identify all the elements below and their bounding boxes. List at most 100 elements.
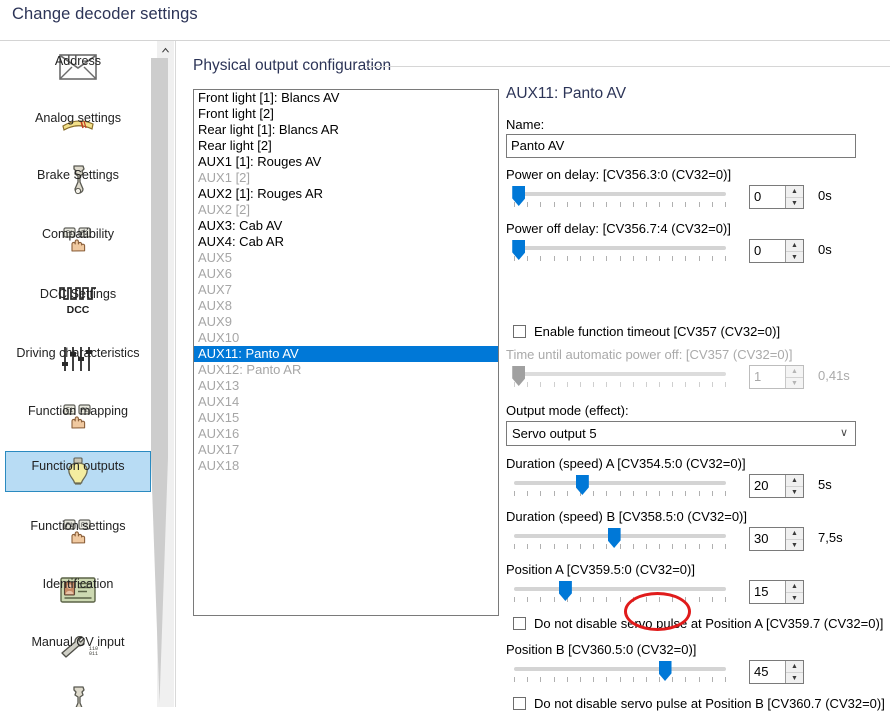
list-item[interactable]: Rear light [2] (194, 138, 498, 154)
chevron-down-icon[interactable]: ∨ (840, 422, 848, 445)
list-item[interactable]: AUX9 (194, 314, 498, 330)
spinner-down-icon[interactable]: ▼ (786, 197, 803, 209)
list-item[interactable]: AUX13 (194, 378, 498, 394)
list-item[interactable]: AUX2 [2] (194, 202, 498, 218)
sidebar-scrollbar[interactable] (157, 41, 174, 707)
sidebar-item-label: Brake Settings (37, 168, 119, 182)
auto-power-off-spinner: 1 ▲ ▼ (749, 365, 804, 389)
duration-b-label: Duration (speed) B [CV358.5:0 (CV32=0)] (506, 509, 747, 524)
position-b-slider[interactable] (514, 661, 726, 687)
list-item[interactable]: AUX8 (194, 298, 498, 314)
power-off-delay-spinner[interactable]: 0 ▲ ▼ (749, 239, 804, 263)
position-a-slider[interactable] (514, 581, 726, 607)
brake-bolt-icon (68, 686, 88, 707)
output-detail-pane: AUX11: Panto AV Name: Panto AV Power on … (506, 85, 886, 710)
list-item[interactable]: AUX10 (194, 330, 498, 346)
name-input[interactable]: Panto AV (506, 134, 856, 158)
sidebar-item-function-settings[interactable]: F1F2Function settings (5, 511, 151, 552)
list-item[interactable]: AUX12: Panto AR (194, 362, 498, 378)
list-item[interactable]: AUX14 (194, 394, 498, 410)
spinner-buttons[interactable]: ▲ ▼ (785, 661, 803, 683)
list-item[interactable]: AUX6 (194, 266, 498, 282)
checkbox-box[interactable] (513, 617, 526, 630)
spinner-up-icon[interactable]: ▲ (786, 475, 803, 486)
power-on-delay-label: Power on delay: [CV356.3:0 (CV32=0)] (506, 167, 731, 182)
list-item[interactable]: AUX2 [1]: Rouges AR (194, 186, 498, 202)
sidebar-item-label: Identification (43, 577, 114, 591)
spinner-buttons[interactable]: ▲ ▼ (785, 240, 803, 262)
duration-b-spinner[interactable]: 30 ▲ ▼ (749, 527, 804, 551)
spinner-up-icon[interactable]: ▲ (786, 581, 803, 592)
power-off-delay-slider[interactable] (514, 240, 726, 266)
sidebar-item-function-mapping[interactable]: F1F2Function mapping (5, 396, 151, 437)
duration-a-slider[interactable] (514, 475, 726, 501)
spinner-up-icon[interactable]: ▲ (786, 528, 803, 539)
keep-pulse-a-checkbox[interactable]: Do not disable servo pulse at Position A… (513, 616, 883, 631)
spinner-buttons[interactable]: ▲ ▼ (785, 475, 803, 497)
sidebar-item-identification[interactable]: Identification (5, 569, 151, 610)
power-off-delay-label: Power off delay: [CV356.7:4 (CV32=0)] (506, 221, 731, 236)
enable-function-timeout-checkbox[interactable]: Enable function timeout [CV357 (CV32=0)] (513, 324, 780, 339)
change-decoder-settings-window: Change decoder settings AddressAnalog se… (0, 0, 890, 707)
physical-output-list[interactable]: Front light [1]: Blancs AVFront light [2… (193, 89, 499, 616)
spinner-down-icon[interactable]: ▼ (786, 251, 803, 263)
list-item[interactable]: Front light [2] (194, 106, 498, 122)
sidebar-item-dcc-settings[interactable]: DCCDCC Settings (5, 279, 151, 320)
spinner-down-icon[interactable]: ▼ (786, 539, 803, 551)
list-item[interactable]: AUX18 (194, 458, 498, 474)
spinner-buttons[interactable]: ▲ ▼ (785, 581, 803, 603)
spinner-buttons[interactable]: ▲ ▼ (785, 528, 803, 550)
sidebar-item-label: DCC Settings (40, 287, 116, 301)
spinner-buttons[interactable]: ▲ ▼ (785, 186, 803, 208)
sidebar-item-address[interactable]: Address (5, 46, 151, 87)
list-item[interactable]: AUX1 [2] (194, 170, 498, 186)
output-mode-select[interactable]: Servo output 5 ∨ (506, 421, 856, 446)
list-item[interactable]: AUX5 (194, 250, 498, 266)
power-on-delay-spinner[interactable]: 0 ▲ ▼ (749, 185, 804, 209)
settings-sidebar[interactable]: Address Analog settings Brake Settings F1F2… (0, 41, 156, 707)
spinner-down-icon[interactable]: ▼ (786, 672, 803, 684)
sidebar-item-label: Function outputs (31, 459, 124, 473)
spinner-up-icon[interactable]: ▲ (786, 661, 803, 672)
sidebar-item-brake-settings[interactable]: Brake Settings (5, 160, 151, 201)
slider-ticks (514, 382, 726, 387)
power-on-delay-unit: 0s (818, 188, 832, 203)
position-b-spinner[interactable]: 45 ▲ ▼ (749, 660, 804, 684)
sidebar-item-manual-cv-input[interactable]: 1101001110Manual CV input (5, 627, 151, 668)
spinner-down-icon: ▼ (786, 377, 803, 389)
duration-b-slider[interactable] (514, 528, 726, 554)
position-a-spinner[interactable]: 15 ▲ ▼ (749, 580, 804, 604)
duration-a-spinner[interactable]: 20 ▲ ▼ (749, 474, 804, 498)
keep-pulse-b-checkbox[interactable]: Do not disable servo pulse at Position B… (513, 696, 885, 711)
slider-track (514, 372, 726, 376)
sidebar-item-analog-settings[interactable]: Analog settings (5, 103, 151, 144)
checkbox-box[interactable] (513, 325, 526, 338)
list-item[interactable]: Rear light [1]: Blancs AR (194, 122, 498, 138)
output-mode-value: Servo output 5 (512, 422, 597, 445)
power-on-delay-slider[interactable] (514, 186, 726, 212)
checkbox-box[interactable] (513, 697, 526, 710)
sidebar-item-label: Manual CV input (31, 635, 124, 649)
list-item[interactable]: AUX16 (194, 426, 498, 442)
scroll-up-icon[interactable] (157, 41, 174, 58)
group-title: Physical output configuration (193, 57, 391, 75)
sidebar-item-function-outputs[interactable]: Function outputs (5, 451, 151, 492)
spinner-value: 0 (754, 240, 761, 262)
auto-power-off-label: Time until automatic power off: [CV357 (… (506, 347, 793, 362)
spinner-up-icon[interactable]: ▲ (786, 240, 803, 251)
list-item[interactable]: AUX11: Panto AV (194, 346, 498, 362)
list-item[interactable]: AUX3: Cab AV (194, 218, 498, 234)
list-item[interactable]: AUX7 (194, 282, 498, 298)
list-item[interactable]: Front light [1]: Blancs AV (194, 90, 498, 106)
sidebar-item-compatibility[interactable]: F1F2Compatibility (5, 219, 151, 260)
list-item[interactable]: AUX15 (194, 410, 498, 426)
sidebar-item-driving-characteristics[interactable]: Driving characteristics (5, 338, 151, 379)
sidebar-item-label: Function mapping (28, 404, 128, 418)
sidebar-item-partial[interactable] (5, 686, 151, 707)
list-item[interactable]: AUX17 (194, 442, 498, 458)
spinner-down-icon[interactable]: ▼ (786, 592, 803, 604)
spinner-down-icon[interactable]: ▼ (786, 486, 803, 498)
spinner-up-icon[interactable]: ▲ (786, 186, 803, 197)
list-item[interactable]: AUX1 [1]: Rouges AV (194, 154, 498, 170)
list-item[interactable]: AUX4: Cab AR (194, 234, 498, 250)
